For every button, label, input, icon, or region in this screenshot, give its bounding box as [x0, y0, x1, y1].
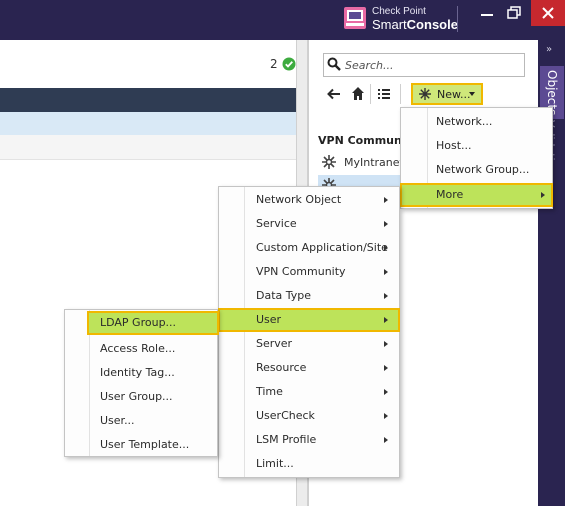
menu-item-label: LDAP Group...: [100, 316, 177, 329]
menu-item-label: UserCheck: [256, 409, 315, 422]
toolbar-divider: [370, 84, 371, 104]
menu-item-user-template[interactable]: User Template...: [65, 433, 217, 457]
toolbar-divider: [400, 84, 401, 104]
table-header: [0, 88, 296, 112]
menu-item-label: Access Role...: [100, 342, 176, 355]
submenu-arrow-icon: [541, 192, 545, 198]
menu-item-user[interactable]: User...: [65, 409, 217, 433]
policy-header: [0, 40, 305, 88]
table-row[interactable]: [0, 135, 296, 159]
menu-item-network-object[interactable]: Network Object: [219, 188, 399, 212]
menu-item-label: Limit...: [256, 457, 294, 470]
menu-item-label: Time: [256, 385, 283, 398]
more-submenu: Network Object Service Custom Applicatio…: [218, 186, 400, 478]
chevron-down-icon: [469, 92, 475, 96]
menu-item-data-type[interactable]: Data Type: [219, 284, 399, 308]
vpn-communities-heading: VPN Communi: [318, 134, 406, 147]
menu-item-label: User: [256, 313, 282, 326]
user-submenu: LDAP Group... Access Role... Identity Ta…: [64, 309, 219, 457]
menu-item-server[interactable]: Server: [219, 332, 399, 356]
menu-item-resource[interactable]: Resource: [219, 356, 399, 380]
menu-item-label: Service: [256, 217, 297, 230]
new-object-menu: Network... Host... Network Group... More: [400, 107, 553, 209]
title-divider: [457, 6, 458, 32]
menu-item-label: Data Type: [256, 289, 312, 302]
search-placeholder: Search...: [345, 59, 394, 72]
menu-item-label: Network...: [436, 115, 493, 128]
new-object-label: New...: [437, 88, 471, 101]
minimize-icon[interactable]: [474, 0, 500, 30]
menu-item-time[interactable]: Time: [219, 380, 399, 404]
table-section-row[interactable]: [0, 112, 296, 135]
menu-item-label: Identity Tag...: [100, 366, 175, 379]
submenu-arrow-icon: [384, 245, 388, 251]
submenu-arrow-icon: [384, 317, 388, 323]
menu-item-label: User Group...: [100, 390, 173, 403]
menu-item-label: More: [436, 188, 464, 201]
submenu-arrow-icon: [384, 269, 388, 275]
menu-item-label: Host...: [436, 139, 472, 152]
menu-item-label: Network Object: [256, 193, 342, 206]
restore-icon[interactable]: [502, 0, 528, 30]
search-icon: [327, 57, 341, 71]
menu-item-ldap-group[interactable]: LDAP Group...: [87, 311, 219, 335]
submenu-arrow-icon: [384, 221, 388, 227]
menu-item-user-group[interactable]: User Group...: [65, 385, 217, 409]
menu-item-label: Resource: [256, 361, 307, 374]
menu-item-limit[interactable]: Limit...: [219, 452, 399, 476]
menu-item-host[interactable]: Host...: [401, 134, 552, 158]
submenu-arrow-icon: [384, 197, 388, 203]
menu-item-label: Custom Application/Site: [256, 241, 388, 254]
vpn-community-item[interactable]: MyIntranet: [344, 156, 404, 169]
changes-count: 2: [270, 57, 278, 71]
home-icon[interactable]: [351, 86, 365, 101]
collapse-arrows-icon[interactable]: »: [546, 44, 552, 55]
menu-item-label: User...: [100, 414, 135, 427]
submenu-arrow-icon: [384, 341, 388, 347]
list-view-icon[interactable]: [377, 87, 391, 101]
menu-item-label: User Template...: [100, 438, 190, 451]
menu-item-network-group[interactable]: Network Group...: [401, 158, 552, 182]
menu-item-custom-application[interactable]: Custom Application/Site: [219, 236, 399, 260]
menu-item-label: Server: [256, 337, 293, 350]
menu-item-label: Network Group...: [436, 163, 530, 176]
brand-product: SmartConsole: [372, 17, 458, 32]
menu-item-label: LSM Profile: [256, 433, 317, 446]
vpn-community-icon: [322, 155, 336, 169]
check-circle-icon: [282, 57, 296, 71]
submenu-arrow-icon: [384, 413, 388, 419]
menu-item-more[interactable]: More: [400, 183, 553, 207]
submenu-arrow-icon: [384, 293, 388, 299]
menu-item-network[interactable]: Network...: [401, 110, 552, 134]
submenu-arrow-icon: [384, 389, 388, 395]
menu-item-usercheck[interactable]: UserCheck: [219, 404, 399, 428]
submenu-arrow-icon: [384, 437, 388, 443]
menu-item-label: VPN Community: [256, 265, 346, 278]
menu-item-access-role[interactable]: Access Role...: [65, 337, 217, 361]
submenu-arrow-icon: [384, 365, 388, 371]
row-divider: [0, 159, 296, 160]
menu-item-user[interactable]: User: [218, 308, 400, 332]
new-star-icon: [419, 88, 431, 100]
menu-item-identity-tag[interactable]: Identity Tag...: [65, 361, 217, 385]
menu-item-service[interactable]: Service: [219, 212, 399, 236]
brand-vendor: Check Point: [372, 6, 426, 17]
back-arrow-icon[interactable]: [327, 87, 341, 101]
close-icon[interactable]: [531, 0, 565, 26]
menu-item-lsm-profile[interactable]: LSM Profile: [219, 428, 399, 452]
smartconsole-logo-icon: [344, 7, 366, 29]
menu-item-vpn-community[interactable]: VPN Community: [219, 260, 399, 284]
